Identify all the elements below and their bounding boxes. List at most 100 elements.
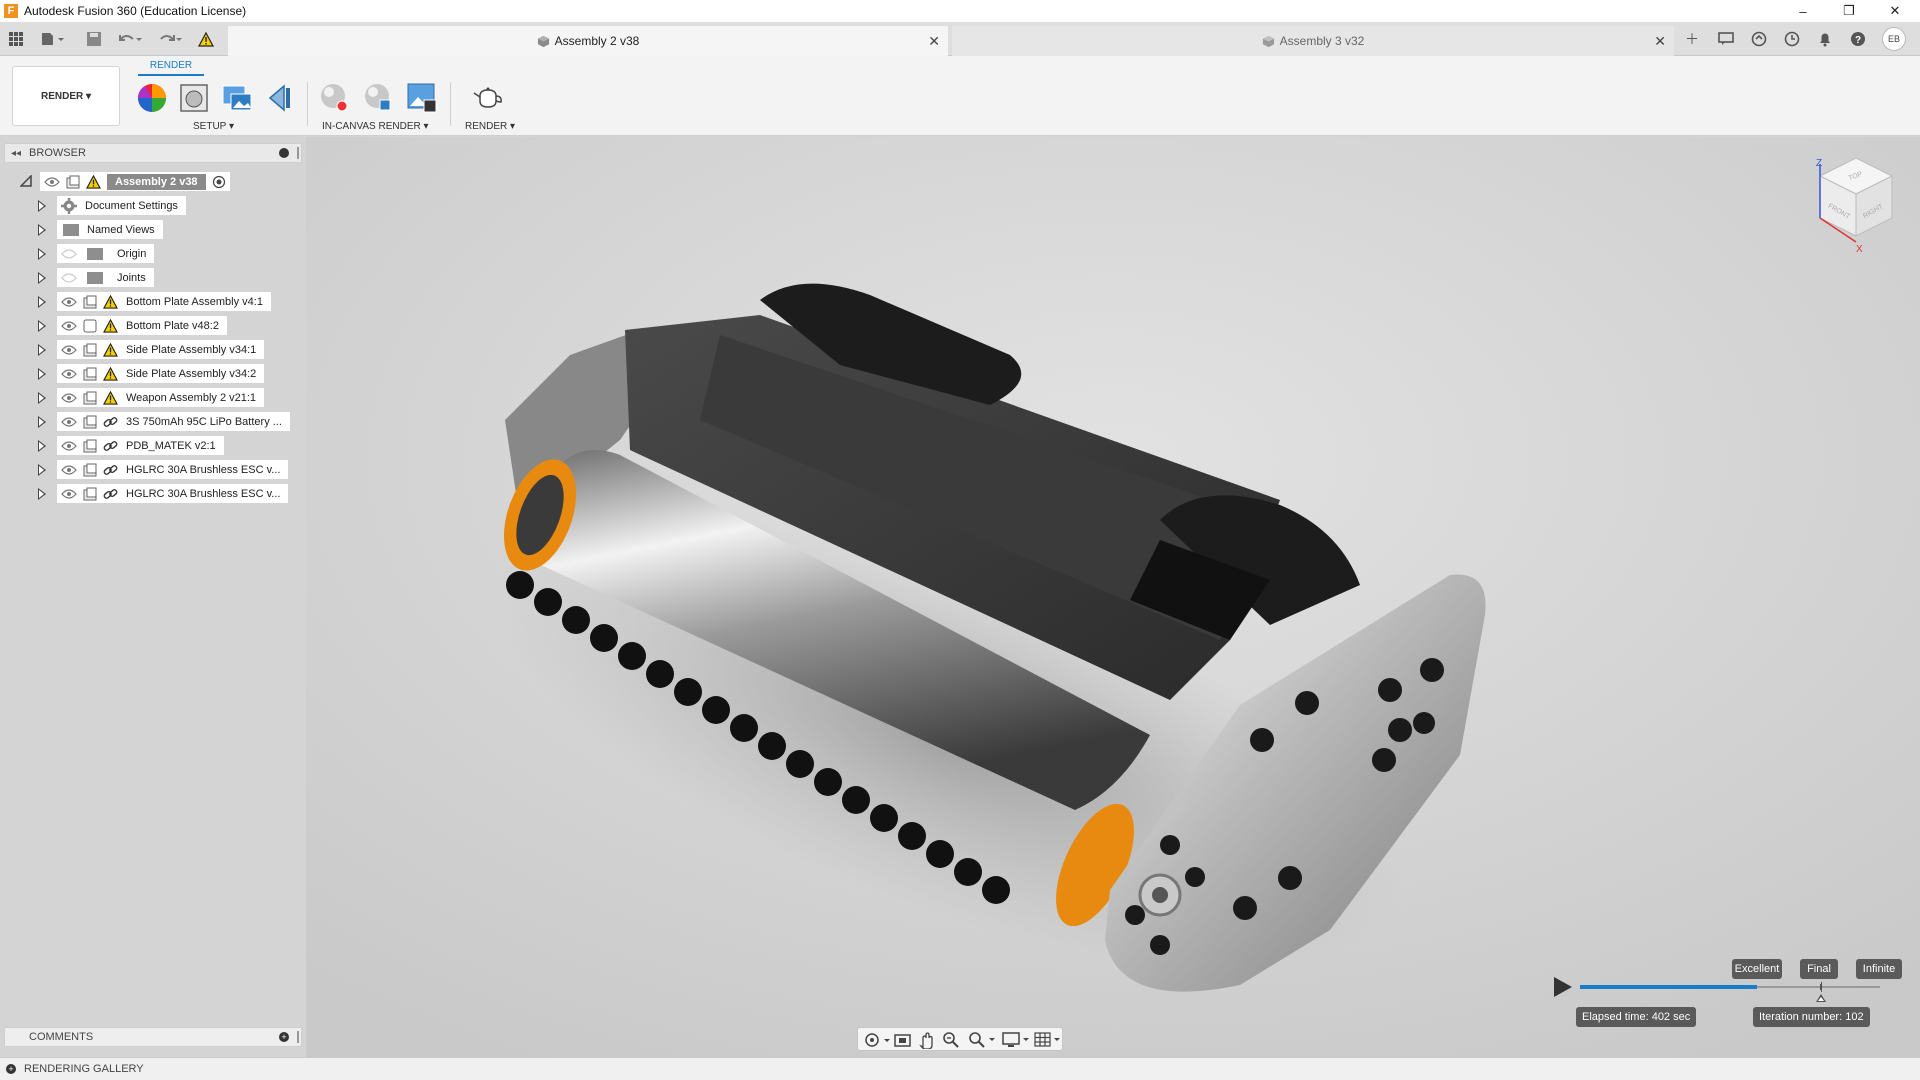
navigation-toolbar [857,1027,1063,1051]
zoom-window-icon[interactable] [968,1031,998,1049]
expand-arrow-icon[interactable] [38,248,46,260]
zoom-icon[interactable] [942,1031,960,1049]
expand-gallery-icon[interactable]: + [6,1064,16,1074]
minimize-button[interactable]: – [1780,0,1826,22]
visibility-eye-icon[interactable] [61,416,77,427]
display-settings-icon[interactable] [1002,1031,1032,1049]
in-canvas-render-settings-icon[interactable] [362,82,394,114]
notifications-bell-icon[interactable] [1814,28,1836,50]
hidden-eye-icon[interactable] [61,272,77,283]
tree-root-row[interactable]: Assembly 2 v38 [0,172,306,191]
tree-item-linked-component[interactable]: HGLRC 30A Brushless ESC v... [0,460,306,479]
play-render-icon[interactable] [1552,975,1574,999]
expand-arrow-icon[interactable] [38,416,46,428]
expand-arrow-icon[interactable] [38,272,46,284]
render-group-label[interactable]: RENDER ▾ [465,121,515,132]
expand-arrow-icon[interactable] [38,440,46,452]
expand-arrow-icon[interactable] [38,488,46,500]
scene-settings-icon[interactable] [178,82,210,114]
render-viewport[interactable] [306,137,1920,1057]
tree-item-component[interactable]: Weapon Assembly 2 v21:1 [0,388,306,407]
tree-item-component[interactable]: Side Plate Assembly v34:1 [0,340,306,359]
apps-grid-icon[interactable] [6,29,26,49]
visibility-eye-icon[interactable] [61,488,77,499]
comments-panel[interactable]: COMMENTS + [4,1027,302,1047]
rendering-gallery-bar[interactable]: + RENDERING GALLERY [0,1057,1920,1080]
visibility-eye-icon[interactable] [61,296,77,307]
tree-item-linked-component[interactable]: PDB_MATEK v2:1 [0,436,306,455]
quality-final-button[interactable]: Final [1800,959,1838,979]
look-at-icon[interactable] [894,1032,912,1048]
add-comment-icon[interactable]: + [279,1032,289,1042]
browser-options-icon[interactable] [279,148,289,158]
tree-item-document-settings[interactable]: Document Settings [0,196,306,215]
orbit-icon[interactable] [864,1032,892,1048]
expand-arrow-icon[interactable] [38,344,46,356]
expand-arrow-icon[interactable] [38,464,46,476]
visibility-eye-icon[interactable] [44,176,60,187]
visibility-eye-icon[interactable] [61,320,77,331]
collapse-panel-icon[interactable]: ◂◂ [11,148,21,159]
file-menu-icon[interactable] [38,29,68,49]
close-window-button[interactable]: ✕ [1872,0,1918,22]
tab-assembly-2[interactable]: Assembly 2 v38 ✕ [228,26,948,56]
quality-infinite-button[interactable]: Infinite [1856,959,1902,979]
pan-hand-icon[interactable] [918,1031,936,1049]
tree-item-component[interactable]: Bottom Plate v48:2 [0,316,306,335]
undo-icon[interactable] [116,29,146,49]
visibility-eye-icon[interactable] [61,392,77,403]
extensions-icon[interactable] [1748,28,1770,50]
hidden-eye-icon[interactable] [61,248,77,259]
decal-icon[interactable] [264,82,296,114]
tree-item-component[interactable]: Bottom Plate Assembly v4:1 [0,292,306,311]
tab-render[interactable]: RENDER [138,60,204,76]
tab-assembly-3[interactable]: Assembly 3 v32 ✕ [952,26,1674,56]
close-tab-button[interactable]: ✕ [1654,33,1666,50]
visibility-eye-icon[interactable] [61,464,77,475]
expand-arrow-icon[interactable] [38,392,46,404]
tree-item-linked-component[interactable]: HGLRC 30A Brushless ESC v... [0,484,306,503]
grid-snaps-icon[interactable] [1034,1031,1064,1049]
new-tab-plus-icon[interactable]: ＋ [1681,28,1703,50]
expand-arrow-icon[interactable] [38,200,46,212]
job-status-warning-icon[interactable] [196,29,216,49]
workspace-switcher[interactable]: RENDER ▾ [12,66,120,126]
user-avatar[interactable]: EB [1882,27,1906,51]
save-icon[interactable] [84,29,104,49]
chat-icon[interactable] [1715,28,1737,50]
panel-pin-icon[interactable] [297,147,299,159]
activate-radio-icon[interactable] [212,175,226,189]
viewcube[interactable]: TOP FRONT RIGHT Z X [1808,156,1896,256]
visibility-eye-icon[interactable] [61,344,77,355]
expand-arrow-icon[interactable] [38,320,46,332]
help-icon[interactable]: ? [1847,28,1869,50]
tree-item-joints[interactable]: Joints [0,268,306,287]
expand-arrow-icon[interactable] [38,224,46,236]
expand-arrow-icon[interactable] [38,296,46,308]
redo-icon[interactable] [156,29,186,49]
quality-excellent-button[interactable]: Excellent [1732,959,1782,979]
tree-item-origin[interactable]: Origin [0,244,306,263]
capture-image-icon[interactable] [406,82,438,114]
tree-item-linked-component[interactable]: 3S 750mAh 95C LiPo Battery ... [0,412,306,431]
warning-icon [103,390,118,405]
tree-item-named-views[interactable]: Named Views [0,220,306,239]
in-canvas-render-icon[interactable] [318,82,350,114]
maximize-button[interactable]: ❐ [1826,0,1872,22]
tree-item-component[interactable]: Side Plate Assembly v34:2 [0,364,306,383]
visibility-eye-icon[interactable] [61,368,77,379]
texture-map-icon[interactable] [221,82,253,114]
close-tab-button[interactable]: ✕ [928,33,940,50]
render-teapot-icon[interactable] [472,82,504,114]
expand-arrow-icon[interactable] [38,368,46,380]
root-assembly-label[interactable]: Assembly 2 v38 [107,173,206,190]
render-progress-track[interactable] [1580,982,1880,1002]
panel-pin-icon[interactable] [297,1031,299,1043]
job-status-icon[interactable] [1781,28,1803,50]
setup-group-label[interactable]: SETUP ▾ [193,121,234,132]
appearance-color-wheel-icon[interactable] [136,82,168,114]
collapse-root-icon[interactable] [20,175,32,187]
visibility-eye-icon[interactable] [61,440,77,451]
in-canvas-render-group-label[interactable]: IN-CANVAS RENDER ▾ [322,121,429,132]
warning-icon [103,318,118,333]
